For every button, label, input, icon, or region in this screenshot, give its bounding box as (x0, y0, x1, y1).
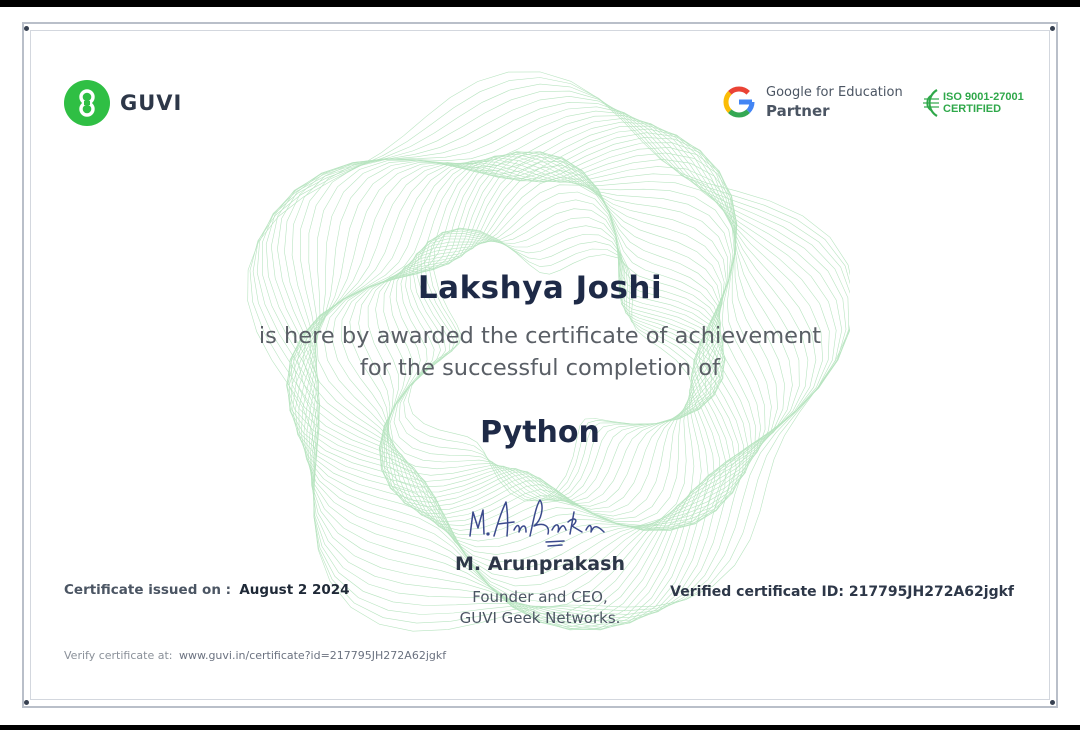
issued-date-field: Certificate issued on : August 2 2024 (64, 582, 350, 598)
iso-certified-badge: ISO 9001-27001 CERTIFIED (918, 86, 1024, 120)
recipient-name: Lakshya Joshi (417, 270, 663, 306)
verify-url-link[interactable]: www.guvi.in/certificate?id=217795JH272A6… (179, 649, 446, 662)
top-bar (0, 0, 1080, 7)
signer-title-line2: GUVI Geek Networks. (459, 609, 621, 627)
iso-standard-label: ISO 9001-27001 (943, 91, 1024, 103)
award-statement-line1: is here by awarded the certificate of ac… (258, 323, 822, 349)
signature (469, 499, 605, 547)
verify-label: Verify certificate at: (64, 649, 173, 662)
corner-dot-bl (24, 700, 29, 705)
verify-certificate-line: Verify certificate at: www.guvi.in/certi… (64, 649, 446, 662)
iso-globe-icon (923, 89, 939, 117)
corner-dot-br (1050, 700, 1055, 705)
corner-dot-tl (24, 26, 29, 31)
google-education-label: Google for Education (766, 85, 903, 100)
bottom-bar (0, 725, 1080, 730)
issued-date: August 2 2024 (239, 582, 350, 598)
iso-certified-label: CERTIFIED (943, 103, 1002, 115)
google-g-icon (723, 86, 755, 118)
google-education-partner-badge: Google for Education Partner (722, 84, 903, 120)
issued-label: Certificate issued on : (64, 582, 232, 598)
certificate-id: 217795JH272A62jgkf (848, 584, 1014, 600)
verified-label: Verified certificate ID: (670, 584, 844, 600)
verified-certificate-id: Verified certificate ID: 217795JH272A62j… (670, 584, 1014, 600)
guvi-brand-name: GUVI (120, 91, 183, 115)
corner-dot-tr (1050, 26, 1055, 31)
guvi-logo-icon (64, 80, 110, 126)
guvi-logo: GUVI (64, 80, 182, 126)
signer-name: M. Arunprakash (455, 553, 625, 575)
partner-label: Partner (766, 102, 830, 120)
award-statement-line2: for the successful completion of (359, 355, 721, 381)
course-name: Python (480, 415, 600, 450)
